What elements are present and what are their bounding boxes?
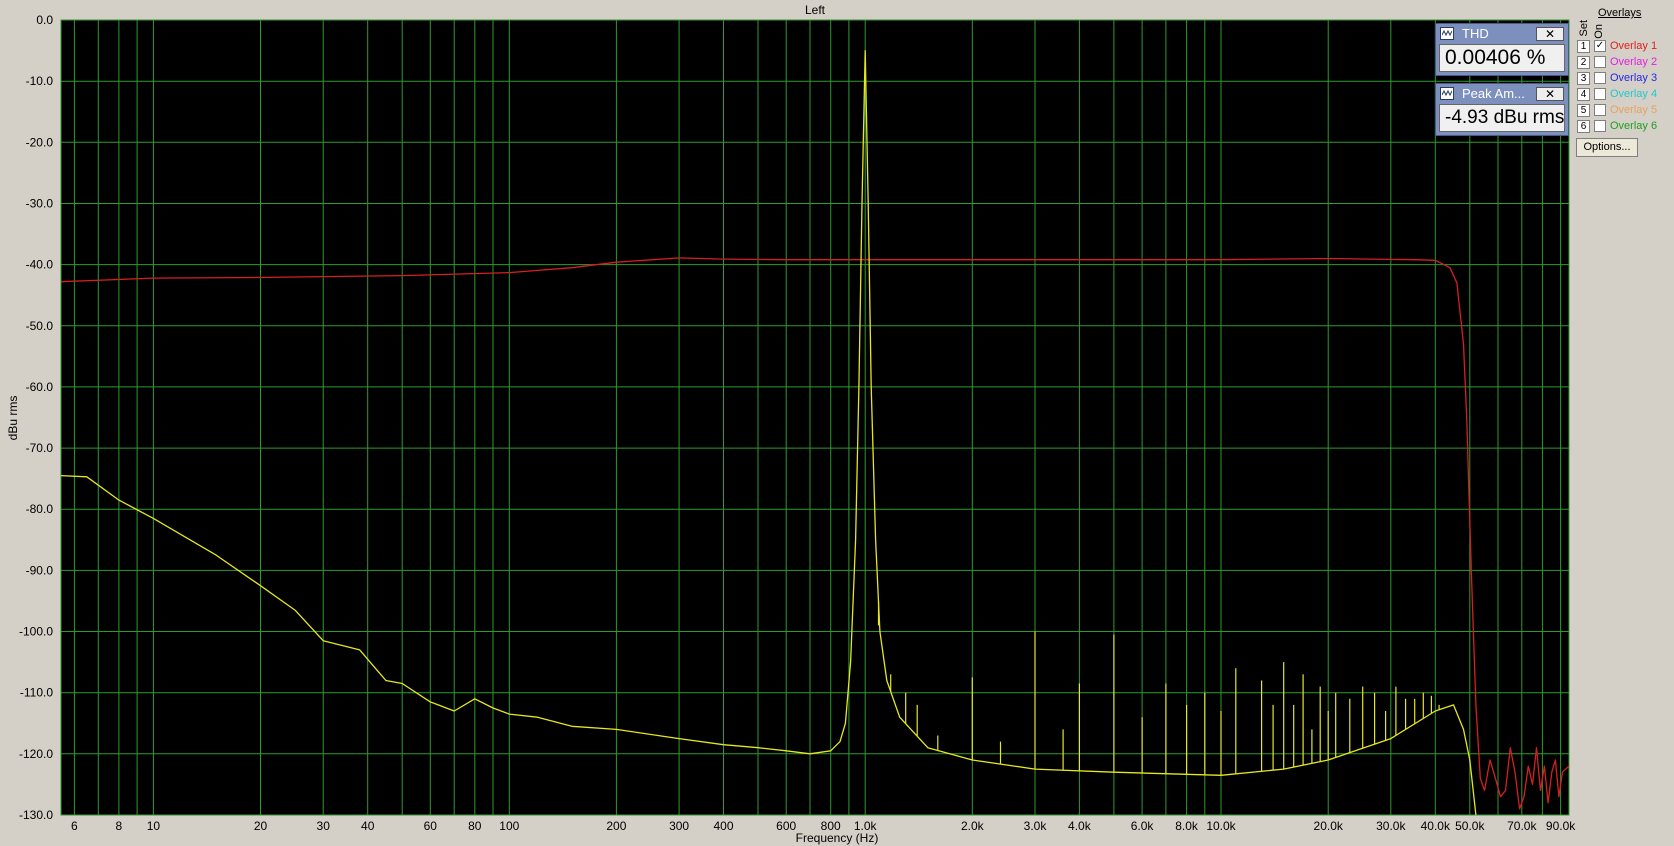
overlay-checkbox[interactable] xyxy=(1594,104,1606,116)
y-tick-label: -70.0 xyxy=(26,441,54,455)
x-tick-label: 400 xyxy=(713,819,733,833)
overlay-label: Overlay 2 xyxy=(1610,56,1658,68)
overlay-checkbox[interactable] xyxy=(1594,56,1606,68)
y-tick-label: -80.0 xyxy=(26,502,54,516)
x-tick-label: 40.0k xyxy=(1421,819,1451,833)
x-tick-label: 30.0k xyxy=(1376,819,1406,833)
x-tick-label: 200 xyxy=(606,819,626,833)
overlay-checkbox[interactable] xyxy=(1594,120,1606,132)
overlay-label: Overlay 6 xyxy=(1610,120,1658,132)
overlay-row-1[interactable]: 1 ✓ Overlay 1 xyxy=(1577,40,1672,54)
x-tick-label: 90.0k xyxy=(1546,819,1576,833)
close-icon[interactable]: ✕ xyxy=(1536,87,1564,101)
x-tick-label: 10 xyxy=(147,819,161,833)
overlay-label: Overlay 4 xyxy=(1610,88,1658,100)
overlay-row-5[interactable]: 5 Overlay 5 xyxy=(1577,104,1672,118)
overlays-header[interactable]: Overlays xyxy=(1598,7,1641,19)
overlay-label: Overlay 5 xyxy=(1610,104,1658,116)
x-tick-label: 50.0k xyxy=(1455,819,1485,833)
y-tick-label: -90.0 xyxy=(26,563,54,577)
chart-title: Left xyxy=(805,3,826,17)
thd-meter-title-bar[interactable]: THD ✕ xyxy=(1436,24,1568,44)
x-tick-label: 20.0k xyxy=(1314,819,1344,833)
x-tick-label: 20 xyxy=(254,819,268,833)
y-tick-label: -20.0 xyxy=(26,135,54,149)
peak-amplitude-meter[interactable]: Peak Am... ✕ -4.93 dBu rms xyxy=(1435,83,1569,136)
overlay-set-button[interactable]: 6 xyxy=(1577,120,1590,133)
x-tick-label: 8 xyxy=(116,819,123,833)
x-tick-label: 60 xyxy=(424,819,438,833)
close-icon[interactable]: ✕ xyxy=(1536,27,1564,41)
x-tick-label: 3.0k xyxy=(1024,819,1048,833)
overlay-set-button[interactable]: 5 xyxy=(1577,104,1590,117)
overlay-row-2[interactable]: 2 Overlay 2 xyxy=(1577,56,1672,70)
overlay-checkbox[interactable] xyxy=(1594,72,1606,84)
x-axis-label: Frequency (Hz) xyxy=(796,831,879,845)
overlay-label: Overlay 1 xyxy=(1610,40,1658,52)
fft-chart: 0.0 -10.0 -20.0 -30.0 -40.0 -50.0 -60.0 -70.0 -8… xyxy=(0,0,1674,846)
x-tick-label: 2.0k xyxy=(961,819,985,833)
x-tick-label: 300 xyxy=(669,819,689,833)
peak-meter-title-bar[interactable]: Peak Am... ✕ xyxy=(1436,84,1568,104)
x-tick-label: 80 xyxy=(468,819,482,833)
waveform-icon xyxy=(1440,27,1454,40)
y-tick-label: -60.0 xyxy=(26,380,54,394)
overlay-label: Overlay 3 xyxy=(1610,72,1658,84)
y-tick-label: -40.0 xyxy=(26,258,54,272)
overlay-set-button[interactable]: 2 xyxy=(1577,56,1590,69)
y-tick-label: -10.0 xyxy=(26,74,54,88)
y-axis-label: dBu rms xyxy=(6,396,20,441)
plot-area[interactable] xyxy=(61,20,1569,815)
y-tick-label: -110.0 xyxy=(20,686,53,700)
overlay-checkbox[interactable]: ✓ xyxy=(1594,40,1606,52)
y-tick-label: -100.0 xyxy=(19,625,53,639)
options-button[interactable]: Options... xyxy=(1576,138,1638,157)
x-tick-label: 8.0k xyxy=(1175,819,1199,833)
thd-meter-value: 0.00406 % xyxy=(1439,44,1565,72)
x-tick-label: 100 xyxy=(499,819,519,833)
x-tick-label: 70.0k xyxy=(1507,819,1537,833)
thd-meter-title: THD xyxy=(1462,26,1489,41)
overlay-set-button[interactable]: 1 xyxy=(1577,40,1590,53)
y-tick-label: -30.0 xyxy=(26,197,54,211)
overlay-row-6[interactable]: 6 Overlay 6 xyxy=(1577,120,1672,134)
x-tick-label: 40 xyxy=(361,819,375,833)
x-tick-label: 4.0k xyxy=(1068,819,1092,833)
peak-meter-title: Peak Am... xyxy=(1462,86,1525,101)
y-tick-label: -130.0 xyxy=(19,808,53,822)
overlay-row-3[interactable]: 3 Overlay 3 xyxy=(1577,72,1672,86)
x-tick-label: 600 xyxy=(776,819,796,833)
x-tick-label: 6 xyxy=(71,819,78,833)
y-tick-label: 0.0 xyxy=(36,13,53,27)
overlay-set-header: Set xyxy=(1578,20,1590,37)
x-tick-label: 6.0k xyxy=(1131,819,1155,833)
overlay-set-button[interactable]: 4 xyxy=(1577,88,1590,101)
waveform-icon xyxy=(1440,87,1454,100)
x-tick-label: 10.0k xyxy=(1206,819,1236,833)
thd-meter[interactable]: THD ✕ 0.00406 % xyxy=(1435,23,1569,76)
overlay-set-button[interactable]: 3 xyxy=(1577,72,1590,85)
y-tick-label: -120.0 xyxy=(19,747,53,761)
y-tick-label: -50.0 xyxy=(26,319,54,333)
peak-meter-value: -4.93 dBu rms xyxy=(1439,104,1565,132)
overlay-row-4[interactable]: 4 Overlay 4 xyxy=(1577,88,1672,102)
overlay-checkbox[interactable] xyxy=(1594,88,1606,100)
x-tick-label: 30 xyxy=(317,819,331,833)
overlay-on-header: On xyxy=(1593,24,1605,39)
